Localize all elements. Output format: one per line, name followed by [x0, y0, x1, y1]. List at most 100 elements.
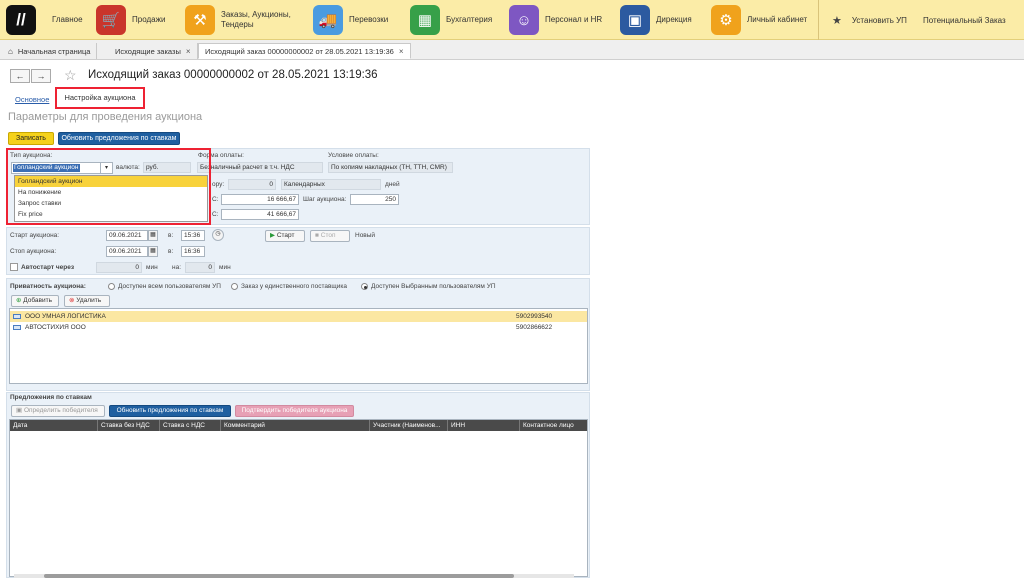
- tab-label: Начальная страница: [17, 46, 91, 56]
- winner-icon: ▣: [16, 407, 23, 414]
- logo-icon[interactable]: //: [6, 5, 36, 35]
- forward-button[interactable]: →: [31, 69, 51, 83]
- column-header[interactable]: Ставка с НДС: [160, 420, 221, 431]
- price2-field[interactable]: 41 666,67: [221, 209, 299, 220]
- step-label: Шаг аукциона:: [303, 196, 347, 203]
- scrollbar-thumb[interactable]: [44, 574, 514, 578]
- nav-label: Главное: [52, 15, 83, 24]
- delay-field[interactable]: 0: [228, 179, 276, 190]
- refresh-bids-button[interactable]: Обновить предложения по ставкам: [109, 405, 231, 417]
- list-item[interactable]: ООО УМНАЯ ЛОГИСТИКА 5902993540: [10, 311, 587, 322]
- privacy-radio-all[interactable]: [108, 283, 115, 290]
- at-min-field[interactable]: 0: [185, 262, 215, 273]
- table-header: Дата Ставка без НДС Ставка с НДС Коммент…: [10, 420, 587, 431]
- nav-item-main[interactable]: Главное: [46, 5, 83, 35]
- calendar-icon[interactable]: ▦: [148, 246, 158, 257]
- column-header[interactable]: ИНН: [448, 420, 520, 431]
- nav-item-sales[interactable]: 🛒 Продажи: [96, 5, 165, 35]
- plus-icon: ⊕: [16, 297, 22, 304]
- gavel-icon: ⚒: [185, 5, 215, 35]
- add-button[interactable]: ⊕ Добавить: [11, 295, 59, 307]
- stop-time-field[interactable]: 16:36: [181, 246, 205, 257]
- nav-item-cabinet[interactable]: ⚙ Личный кабинет: [711, 5, 807, 35]
- privacy-option-label: Заказ у единственного поставщика: [241, 283, 347, 290]
- tab-bar: ⌂ Начальная страница Исходящие заказы × …: [0, 40, 1024, 60]
- nav-item-orders[interactable]: ⚒ Заказы, Аукционы, Тендеры: [185, 5, 301, 35]
- nav-label: Перевозки: [349, 15, 389, 24]
- min-label: мин: [219, 264, 231, 271]
- column-header[interactable]: Участник (Наименов...: [370, 420, 448, 431]
- privacy-radio-single[interactable]: [231, 283, 238, 290]
- payment-field[interactable]: Безналичный расчет в т.ч. НДС: [197, 162, 323, 173]
- tab-outgoing-order[interactable]: Исходящий заказ 00000000002 от 28.05.202…: [198, 43, 411, 59]
- nav-item-hr[interactable]: ☺ Персонал и HR: [509, 5, 602, 35]
- company-icon: [13, 325, 21, 330]
- potential-order-link[interactable]: Потенциальный Заказ: [923, 0, 1006, 40]
- star-icon: ★: [832, 14, 842, 27]
- start-at-label: в:: [168, 232, 174, 239]
- delete-button[interactable]: ⊗ Удалить: [64, 295, 110, 307]
- column-header[interactable]: Комментарий: [221, 420, 370, 431]
- stop-button[interactable]: ■ Стоп: [310, 230, 350, 242]
- column-header[interactable]: Ставка без НДС: [98, 420, 160, 431]
- nav-item-directorate[interactable]: ▣ Дирекция: [620, 5, 692, 35]
- refresh-bids-button[interactable]: Обновить предложения по ставкам: [58, 132, 180, 145]
- company-icon: [13, 314, 21, 319]
- calendar-icon[interactable]: ▦: [148, 230, 158, 241]
- favorite-star-icon[interactable]: ☆: [64, 67, 77, 84]
- nav-item-transport[interactable]: 🚚 Перевозки: [313, 5, 388, 35]
- tab-label: Исходящий заказ 00000000002 от 28.05.202…: [205, 46, 394, 56]
- at-label: на:: [172, 264, 182, 271]
- start-date-field[interactable]: 09.06.2021: [106, 230, 148, 241]
- delete-icon: ⊗: [69, 297, 75, 304]
- top-navigation: // Главное 🛒 Продажи ⚒ Заказы, Аукционы,…: [0, 0, 1024, 40]
- link-main[interactable]: Основное: [15, 95, 49, 104]
- stop-date-field[interactable]: 09.06.2021: [106, 246, 148, 257]
- price-field[interactable]: 16 666,67: [221, 194, 299, 205]
- nav-label: Дирекция: [656, 15, 692, 24]
- step-field[interactable]: 250: [350, 194, 399, 205]
- truck-icon: 🚚: [313, 5, 343, 35]
- close-icon[interactable]: ×: [186, 47, 191, 56]
- min-label: мин: [146, 264, 158, 271]
- column-header[interactable]: Дата: [10, 420, 98, 431]
- install-up-link[interactable]: ★ Установить УП: [832, 0, 907, 40]
- bids-table: Дата Ставка без НДС Ставка с НДС Коммент…: [9, 419, 588, 577]
- back-button[interactable]: ←: [10, 69, 30, 83]
- cart-icon: 🛒: [96, 5, 126, 35]
- horizontal-scrollbar[interactable]: [14, 574, 574, 578]
- potential-label: Потенциальный Заказ: [923, 15, 1006, 25]
- nav-label: Личный кабинет: [747, 15, 808, 24]
- autostart-min-field[interactable]: 0: [96, 262, 142, 273]
- privacy-option-label: Доступен Выбранным пользователям УП: [371, 283, 496, 290]
- stop-label: Стоп аукциона:: [10, 248, 57, 255]
- condition-field[interactable]: По копиям накладных (ТН, ТТН, CMR): [328, 162, 453, 173]
- gear-icon: ⚙: [711, 5, 741, 35]
- nav-label: Бухгалтерия: [446, 15, 493, 24]
- button-label: Удалить: [76, 297, 102, 304]
- tab-outgoing-orders[interactable]: Исходящие заказы ×: [109, 43, 198, 59]
- start-button[interactable]: ▶ Старт: [265, 230, 305, 242]
- clock-icon[interactable]: ◷: [212, 229, 224, 241]
- start-time-field[interactable]: 15:36: [181, 230, 205, 241]
- determine-winner-button[interactable]: ▣ Определить победителя: [11, 405, 105, 417]
- close-icon[interactable]: ×: [399, 47, 404, 56]
- tab-home[interactable]: ⌂ Начальная страница: [2, 43, 98, 59]
- nav-item-accounting[interactable]: ▦ Бухгалтерия: [410, 5, 492, 35]
- delay-kind-field[interactable]: Календарных: [281, 179, 381, 190]
- section-title: Параметры для проведения аукциона: [8, 111, 203, 123]
- participant-inn: 5902866622: [516, 324, 553, 331]
- autostart-checkbox[interactable]: [10, 263, 18, 271]
- list-item[interactable]: АВТОСТИХИЯ ООО 5902866622: [10, 322, 587, 333]
- save-button[interactable]: Записать: [8, 132, 54, 145]
- participant-name: ООО УМНАЯ ЛОГИСТИКА: [25, 313, 106, 320]
- status-text: Новый: [355, 232, 376, 239]
- confirm-winner-button[interactable]: Подтвердить победителя аукциона: [235, 405, 354, 417]
- nav-label: Персонал и HR: [545, 15, 603, 24]
- privacy-radio-selected[interactable]: [361, 283, 368, 290]
- calculator-icon: ▦: [410, 5, 440, 35]
- column-header[interactable]: Контактное лицо: [520, 420, 587, 431]
- start-label: Старт аукциона:: [10, 232, 60, 239]
- play-icon: ▶: [270, 232, 275, 239]
- tab-auction-settings[interactable]: Настройка аукциона: [55, 87, 145, 109]
